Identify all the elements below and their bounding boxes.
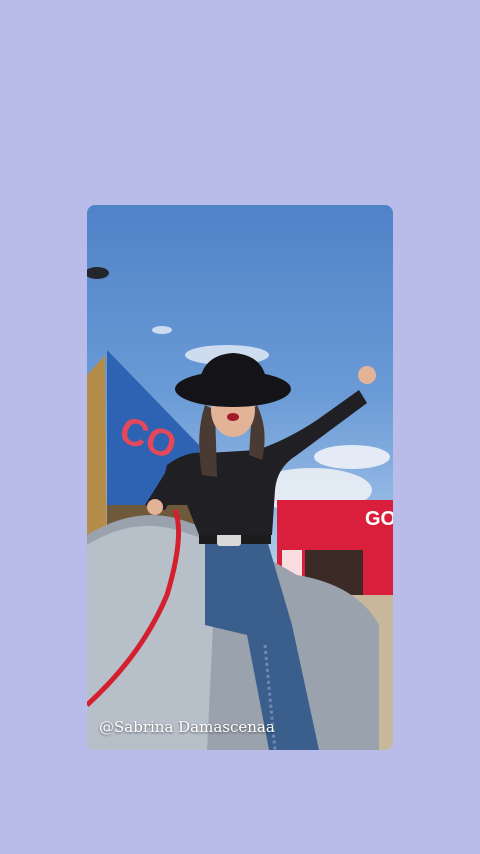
rodeo-photo: CO GO: [87, 267, 393, 750]
story-caption-username[interactable]: @Sabrina Damascenaa: [99, 718, 275, 736]
right-sign-text: GO: [365, 508, 393, 530]
story-photo-card[interactable]: CO GO @Sabrina Damascenaa: [87, 205, 393, 750]
